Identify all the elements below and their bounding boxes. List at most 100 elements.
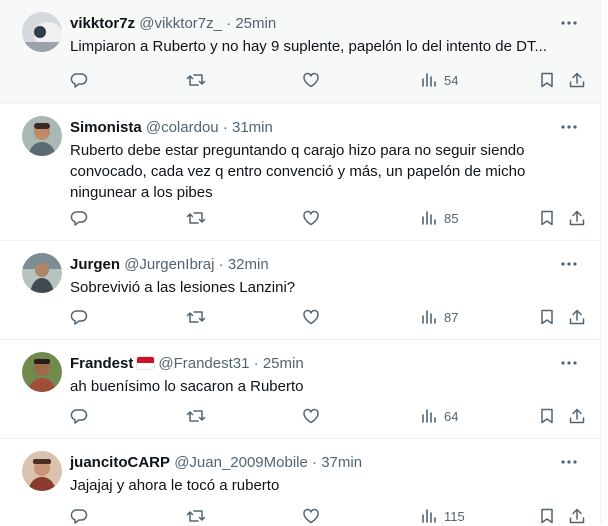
user-handle[interactable]: @Frandest31 bbox=[158, 355, 249, 372]
like-button[interactable] bbox=[302, 506, 320, 526]
share-button[interactable] bbox=[568, 506, 586, 526]
more-icon[interactable] bbox=[560, 354, 578, 372]
share-button[interactable] bbox=[568, 70, 586, 90]
more-icon[interactable] bbox=[560, 255, 578, 273]
views-button[interactable]: 85 bbox=[420, 208, 458, 228]
views-button[interactable]: 54 bbox=[420, 70, 458, 90]
tweet[interactable]: juancitoCARP @Juan_2009Mobile · 37min Ja… bbox=[0, 439, 600, 524]
tweet-actions: 54 bbox=[70, 70, 585, 90]
like-button[interactable] bbox=[302, 70, 320, 90]
retweet-icon bbox=[186, 212, 206, 224]
views-icon bbox=[422, 211, 436, 225]
separator-dot: · bbox=[218, 256, 224, 273]
timestamp[interactable]: 25min bbox=[263, 355, 304, 372]
timestamp[interactable]: 32min bbox=[228, 256, 269, 273]
share-icon bbox=[569, 210, 585, 226]
tweet-text: Sobrevivió a las lesiones Lanzini? bbox=[70, 279, 296, 296]
retweet-button[interactable] bbox=[186, 307, 206, 327]
reply-button[interactable] bbox=[70, 307, 88, 327]
retweet-icon bbox=[186, 74, 206, 86]
bookmark-icon bbox=[541, 508, 553, 524]
display-name[interactable]: vikktor7z bbox=[70, 15, 135, 32]
tweet-text: ah buenísimo lo sacaron a Ruberto bbox=[70, 378, 304, 395]
views-count: 87 bbox=[444, 309, 459, 325]
bookmark-icon bbox=[541, 72, 553, 88]
tweet-text: Jajajaj y ahora le tocó a ruberto bbox=[70, 477, 280, 494]
retweet-button[interactable] bbox=[186, 406, 206, 426]
tweet-header: juancitoCARP @Juan_2009Mobile · 37min bbox=[70, 453, 560, 473]
like-button[interactable] bbox=[302, 307, 320, 327]
views-icon bbox=[422, 509, 436, 523]
reply-button[interactable] bbox=[70, 406, 88, 426]
views-button[interactable]: 64 bbox=[420, 406, 458, 426]
display-name[interactable]: Jurgen bbox=[70, 256, 120, 273]
more-icon[interactable] bbox=[560, 14, 578, 32]
more-icon[interactable] bbox=[560, 118, 578, 136]
reply-icon bbox=[70, 310, 88, 325]
retweet-button[interactable] bbox=[186, 506, 206, 526]
timestamp[interactable]: 25min bbox=[235, 15, 276, 32]
views-button[interactable]: 115 bbox=[420, 506, 465, 526]
views-icon bbox=[422, 310, 436, 324]
tweet-actions: 64 bbox=[70, 406, 585, 426]
heart-icon bbox=[303, 408, 319, 424]
display-name[interactable]: Frandest bbox=[70, 355, 133, 372]
replies-feed: vikktor7z @vikktor7z_ · 25min Limpiaron … bbox=[0, 0, 601, 524]
views-count: 115 bbox=[444, 508, 465, 524]
views-count: 64 bbox=[444, 408, 459, 424]
views-button[interactable]: 87 bbox=[420, 307, 458, 327]
separator-dot: · bbox=[253, 355, 259, 372]
tweet[interactable]: vikktor7z @vikktor7z_ · 25min Limpiaron … bbox=[0, 0, 600, 104]
reply-button[interactable] bbox=[70, 506, 88, 526]
retweet-button[interactable] bbox=[186, 70, 206, 90]
separator-dot: · bbox=[222, 119, 228, 136]
tweet[interactable]: Frandest @Frandest31 · 25min ah buenísimo… bbox=[0, 340, 600, 439]
bookmark-button[interactable] bbox=[538, 506, 556, 526]
more-icon[interactable] bbox=[560, 453, 578, 471]
share-icon bbox=[569, 72, 585, 88]
tweet[interactable]: Simonista @colardou · 31min Ruberto debe… bbox=[0, 104, 600, 241]
separator-dot: · bbox=[312, 454, 318, 471]
retweet-icon bbox=[186, 410, 206, 422]
display-name[interactable]: juancitoCARP bbox=[70, 454, 170, 471]
timestamp[interactable]: 31min bbox=[232, 119, 273, 136]
retweet-button[interactable] bbox=[186, 208, 206, 228]
user-handle[interactable]: @vikktor7z_ bbox=[139, 15, 222, 32]
share-button[interactable] bbox=[568, 406, 586, 426]
user-handle[interactable]: @Juan_2009Mobile bbox=[174, 454, 308, 471]
reply-icon bbox=[70, 509, 88, 524]
views-count: 85 bbox=[444, 210, 459, 226]
tweet-actions: 85 bbox=[70, 208, 585, 228]
tweet[interactable]: Jurgen @JurgenIbraj · 32min Sobrevivió a… bbox=[0, 241, 600, 340]
retweet-icon bbox=[186, 311, 206, 323]
views-icon bbox=[422, 73, 436, 87]
share-button[interactable] bbox=[568, 208, 586, 228]
avatar[interactable] bbox=[22, 352, 62, 392]
reply-icon bbox=[70, 409, 88, 424]
bookmark-button[interactable] bbox=[538, 406, 556, 426]
bookmark-icon bbox=[541, 309, 553, 325]
reply-button[interactable] bbox=[70, 208, 88, 228]
user-handle[interactable]: @JurgenIbraj bbox=[124, 256, 214, 273]
like-button[interactable] bbox=[302, 208, 320, 228]
separator-dot: · bbox=[226, 15, 232, 32]
tweet-header: Frandest @Frandest31 · 25min bbox=[70, 354, 560, 374]
like-button[interactable] bbox=[302, 406, 320, 426]
avatar[interactable] bbox=[22, 116, 62, 156]
share-icon bbox=[569, 408, 585, 424]
heart-icon bbox=[303, 72, 319, 88]
avatar[interactable] bbox=[22, 451, 62, 491]
views-count: 54 bbox=[444, 72, 459, 88]
avatar[interactable] bbox=[22, 253, 62, 293]
user-handle[interactable]: @colardou bbox=[146, 119, 219, 136]
tweet-text: Ruberto debe estar preguntando q carajo … bbox=[70, 142, 526, 201]
bookmark-button[interactable] bbox=[538, 307, 556, 327]
display-name[interactable]: Simonista bbox=[70, 119, 142, 136]
share-button[interactable] bbox=[568, 307, 586, 327]
bookmark-icon bbox=[541, 408, 553, 424]
avatar[interactable] bbox=[22, 12, 62, 52]
reply-button[interactable] bbox=[70, 70, 88, 90]
bookmark-button[interactable] bbox=[538, 208, 556, 228]
timestamp[interactable]: 37min bbox=[321, 454, 362, 471]
bookmark-button[interactable] bbox=[538, 70, 556, 90]
